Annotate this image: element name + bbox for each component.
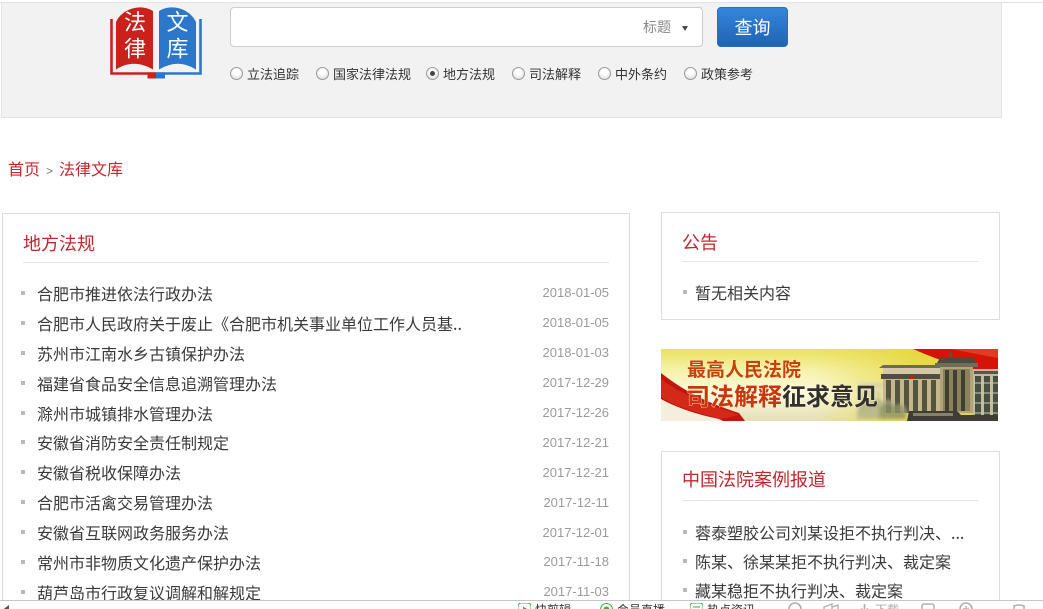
svg-text:司法解释征求意见: 司法解释征求意见 [686, 377, 878, 412]
svg-text:库: 库 [166, 32, 188, 64]
svg-text:律: 律 [124, 32, 146, 64]
